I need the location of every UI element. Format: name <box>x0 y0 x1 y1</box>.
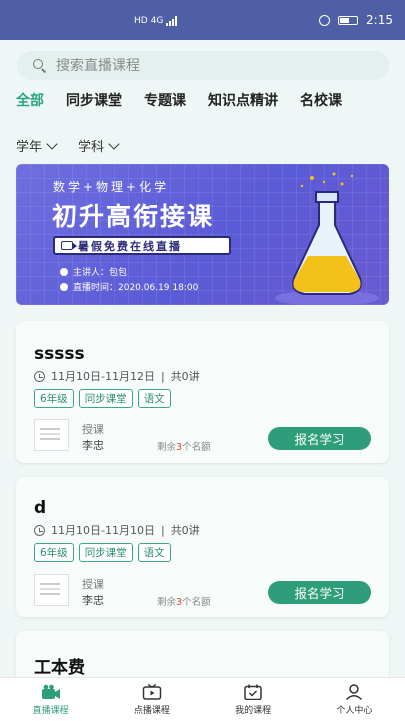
clock-icon <box>60 282 68 291</box>
network-type: 4G <box>150 16 164 26</box>
chevron-down-icon <box>46 137 58 150</box>
tag-type: 同步课堂 <box>78 389 133 408</box>
remaining-seats: 剩余3个名额 <box>157 442 211 453</box>
signal-icon <box>166 16 178 26</box>
teacher-label: 授课 <box>82 423 104 436</box>
filter-subject[interactable]: 学科 <box>78 136 120 155</box>
course-title: sssss <box>34 344 85 364</box>
search-input[interactable] <box>56 57 356 74</box>
video-icon <box>61 241 77 250</box>
user-icon <box>60 267 68 276</box>
course-title: 工本费 <box>34 658 85 678</box>
chevron-down-icon <box>108 137 120 150</box>
remaining-seats: 剩余3个名额 <box>157 597 211 608</box>
filter-label: 学年 <box>16 140 43 155</box>
filter-school-year[interactable]: 学年 <box>16 136 58 155</box>
flask-illustration <box>275 172 379 305</box>
teacher-name: 李忠 <box>82 594 104 607</box>
banner-title: 初升高衔接课 <box>52 202 215 231</box>
battery-icon <box>338 15 359 25</box>
nav-on-demand[interactable]: 点播课程 <box>101 678 202 721</box>
course-tags: 6年级 同步课堂 语文 <box>34 543 171 562</box>
search-bar[interactable] <box>17 51 389 80</box>
clock-icon <box>34 524 45 536</box>
status-bar: HD 4G 2:15 <box>0 0 405 40</box>
search-icon <box>33 59 46 72</box>
course-card[interactable]: d 11月10日-11月10日 | 共0讲 6年级 同步课堂 语文 授课 李忠 … <box>16 477 389 617</box>
tab-knowledge-points[interactable]: 知识点精讲 <box>208 90 278 110</box>
promo-banner[interactable]: 数学+物理+化学 初升高衔接课 暑假免费在线直播 主讲人：包包 直播时间：202… <box>16 164 389 305</box>
tag-subject: 语文 <box>137 389 171 408</box>
course-card[interactable]: sssss 11月10日-11月12日 | 共0讲 6年级 同步课堂 语文 授课… <box>16 321 389 463</box>
course-tags: 6年级 同步课堂 语文 <box>34 389 171 408</box>
clock-time: 2:15 <box>366 13 393 27</box>
hd-badge: HD <box>134 16 148 26</box>
tag-subject: 语文 <box>137 543 171 562</box>
banner-speaker: 主讲人：包包 <box>60 265 127 278</box>
tag-type: 同步课堂 <box>78 543 133 562</box>
clock-icon <box>34 370 45 382</box>
network-indicators: HD 4G <box>134 16 178 26</box>
live-camera-icon <box>41 684 60 699</box>
teacher-avatar <box>34 574 69 606</box>
enroll-button[interactable]: 报名学习 <box>268 427 371 450</box>
category-tabs: 全部 同步课堂 专题课 知识点精讲 名校课 <box>16 90 364 110</box>
banner-pill: 暑假免费在线直播 <box>53 236 231 255</box>
calendar-check-icon <box>244 684 262 700</box>
user-icon <box>346 684 363 700</box>
nav-my-courses[interactable]: 我的课程 <box>203 678 304 721</box>
filter-label: 学科 <box>78 140 105 155</box>
tab-all[interactable]: 全部 <box>16 90 44 110</box>
course-schedule: 11月10日-11月12日 | 共0讲 <box>34 368 200 384</box>
course-title: d <box>34 498 47 518</box>
bottom-nav: 直播课程 点播课程 我的课程 个人中心 <box>0 677 405 721</box>
banner-subtitle: 数学+物理+化学 <box>53 180 170 194</box>
filter-bar: 学年 学科 <box>16 136 120 155</box>
teacher-avatar <box>34 419 69 451</box>
course-schedule: 11月10日-11月10日 | 共0讲 <box>34 522 200 538</box>
enroll-button[interactable]: 报名学习 <box>268 581 371 604</box>
banner-time: 直播时间：2020.06.19 18:00 <box>60 280 198 293</box>
tag-grade: 6年级 <box>34 543 74 562</box>
alarm-icon <box>319 14 331 26</box>
tab-sync-classroom[interactable]: 同步课堂 <box>66 90 122 110</box>
tab-topic-course[interactable]: 专题课 <box>144 90 186 110</box>
teacher-name: 李忠 <box>82 439 104 452</box>
tag-grade: 6年级 <box>34 389 74 408</box>
tv-play-icon <box>142 684 162 700</box>
nav-personal-center[interactable]: 个人中心 <box>304 678 405 721</box>
tab-famous-school[interactable]: 名校课 <box>300 90 342 110</box>
nav-live-courses[interactable]: 直播课程 <box>0 678 101 721</box>
teacher-label: 授课 <box>82 578 104 591</box>
